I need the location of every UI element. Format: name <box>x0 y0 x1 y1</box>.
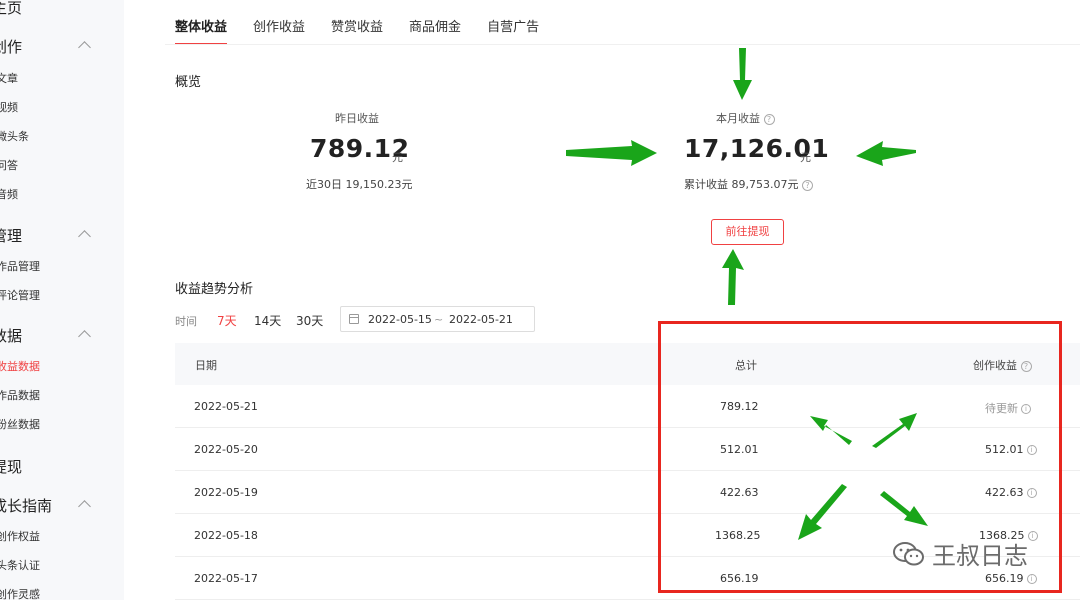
total-income: 累计收益 89,753.07元 ? <box>684 176 813 192</box>
sidebar-item-inspiration[interactable]: 创作灵感 <box>0 586 40 600</box>
chevron-up-icon[interactable] <box>78 41 91 54</box>
row-creation: 512.01 i <box>985 443 1037 456</box>
row-date: 2022-05-21 <box>194 400 258 413</box>
help-icon[interactable]: ? <box>1020 360 1032 372</box>
row-creation: 待更新 i <box>985 400 1031 416</box>
month-income-unit: 元 <box>800 151 811 164</box>
row-total: 422.63 <box>720 486 759 499</box>
row-date: 2022-05-18 <box>194 529 258 542</box>
month-income-label-text: 本月收益 <box>716 112 760 125</box>
total-income-text: 累计收益 89,753.07元 <box>684 178 799 191</box>
sidebar-item-certification[interactable]: 头条认证 <box>0 557 40 573</box>
info-icon[interactable]: i <box>1021 404 1031 414</box>
info-icon[interactable]: i <box>1026 445 1037 455</box>
sidebar-item-works-data[interactable]: 作品数据 <box>0 387 40 403</box>
row-date: 2022-05-17 <box>194 572 258 585</box>
row-total: 1368.25 <box>715 529 761 542</box>
row-creation-text: 1368.25 <box>979 529 1025 542</box>
row-date: 2022-05-19 <box>194 486 258 499</box>
sidebar-item-home[interactable]: 主页 <box>0 0 22 18</box>
time-filter-label: 时间 <box>175 315 197 328</box>
filter-30-days[interactable]: 30天 <box>296 312 323 329</box>
arrow-up-icon <box>722 249 744 305</box>
arrow-left-icon <box>856 141 916 166</box>
date-start: 2022-05-15 <box>368 313 432 326</box>
sidebar-group-manage[interactable]: 管理 <box>0 225 22 246</box>
date-separator: ~ <box>434 313 444 326</box>
yesterday-income-label: 昨日收益 <box>335 112 379 125</box>
column-header-creation: 创作收益 ? <box>973 357 1032 373</box>
table-header: 日期 总计 创作收益 ? <box>175 343 1080 385</box>
tabs-divider <box>165 44 1080 45</box>
tab-reward-income[interactable]: 赞赏收益 <box>331 16 383 43</box>
sidebar-group-data[interactable]: 数据 <box>0 325 22 346</box>
row-date: 2022-05-20 <box>194 443 258 456</box>
chevron-up-icon[interactable] <box>78 500 91 513</box>
date-range-picker[interactable]: 2022-05-15 ~ 2022-05-21 <box>340 306 535 332</box>
arrow-down-icon <box>733 48 752 100</box>
row-total: 656.19 <box>720 572 759 585</box>
sidebar-item-withdraw[interactable]: 提现 <box>0 456 22 477</box>
date-end: 2022-05-21 <box>449 313 513 326</box>
sidebar-item-weitoutiao[interactable]: 微头条 <box>0 128 29 144</box>
help-icon[interactable]: ? <box>801 179 813 191</box>
income-tabs: 整体收益 创作收益 赞赏收益 商品佣金 自营广告 <box>175 16 565 45</box>
column-header-total: 总计 <box>735 359 757 372</box>
sidebar-item-audio[interactable]: 音频 <box>0 186 18 202</box>
row-creation: 656.19 i <box>985 572 1037 585</box>
sidebar-group-create[interactable]: 创作 <box>0 36 22 57</box>
info-icon[interactable]: i <box>1026 574 1037 584</box>
row-total: 512.01 <box>720 443 759 456</box>
sidebar-item-video[interactable]: 视频 <box>0 99 18 115</box>
sidebar-item-fans-data[interactable]: 粉丝数据 <box>0 416 40 432</box>
sidebar-item-article[interactable]: 文章 <box>0 70 18 86</box>
row-creation: 1368.25 i <box>979 529 1038 542</box>
row-creation: 422.63 i <box>985 486 1037 499</box>
sidebar-item-works-manage[interactable]: 作品管理 <box>0 258 40 274</box>
tab-overall-income[interactable]: 整体收益 <box>175 16 228 45</box>
table-row: 2022-05-17 656.19 656.19 i <box>175 557 1080 600</box>
sidebar-item-income-data[interactable]: 收益数据 <box>0 358 40 374</box>
row-creation-text: 待更新 <box>985 402 1018 415</box>
tab-commission[interactable]: 商品佣金 <box>409 16 461 43</box>
table-row: 2022-05-21 789.12 待更新 i <box>175 385 1080 428</box>
info-icon[interactable]: i <box>1027 531 1038 541</box>
row-creation-text: 512.01 <box>985 443 1024 456</box>
row-creation-text: 656.19 <box>985 572 1024 585</box>
sidebar-item-comment-manage[interactable]: 评论管理 <box>0 287 40 303</box>
arrow-right-icon <box>566 140 657 166</box>
table-row: 2022-05-18 1368.25 1368.25 i <box>175 514 1080 557</box>
chevron-up-icon[interactable] <box>78 330 91 343</box>
filter-14-days[interactable]: 14天 <box>254 312 281 329</box>
filter-7-days[interactable]: 7天 <box>217 312 237 329</box>
column-header-date: 日期 <box>195 359 217 372</box>
trend-title: 收益趋势分析 <box>175 282 254 297</box>
tab-self-ads[interactable]: 自营广告 <box>487 16 539 43</box>
sidebar-item-rights[interactable]: 创作权益 <box>0 528 40 544</box>
last-30-days-income: 近30日 19,150.23元 <box>306 178 413 191</box>
column-header-creation-text: 创作收益 <box>973 359 1017 372</box>
sidebar: 主页 创作 文章 视频 微头条 问答 音频 管理 作品管理 评论管理 数据 收益… <box>0 0 124 600</box>
chevron-up-icon[interactable] <box>78 230 91 243</box>
row-creation-text: 422.63 <box>985 486 1024 499</box>
table-row: 2022-05-19 422.63 422.63 i <box>175 471 1080 514</box>
withdraw-button[interactable]: 前往提现 <box>711 219 784 245</box>
calendar-icon <box>349 314 359 324</box>
table-row: 2022-05-20 512.01 512.01 i <box>175 428 1080 471</box>
row-total: 789.12 <box>720 400 759 413</box>
info-icon[interactable]: i <box>1026 488 1037 498</box>
help-icon[interactable]: ? <box>763 113 775 125</box>
sidebar-item-qa[interactable]: 问答 <box>0 157 18 173</box>
month-income-label: 本月收益 ? <box>716 110 775 126</box>
overview-title: 概览 <box>175 75 202 90</box>
tab-creation-income[interactable]: 创作收益 <box>253 16 305 43</box>
yesterday-income-unit: 元 <box>392 151 403 164</box>
sidebar-group-growth[interactable]: 成长指南 <box>0 495 52 516</box>
